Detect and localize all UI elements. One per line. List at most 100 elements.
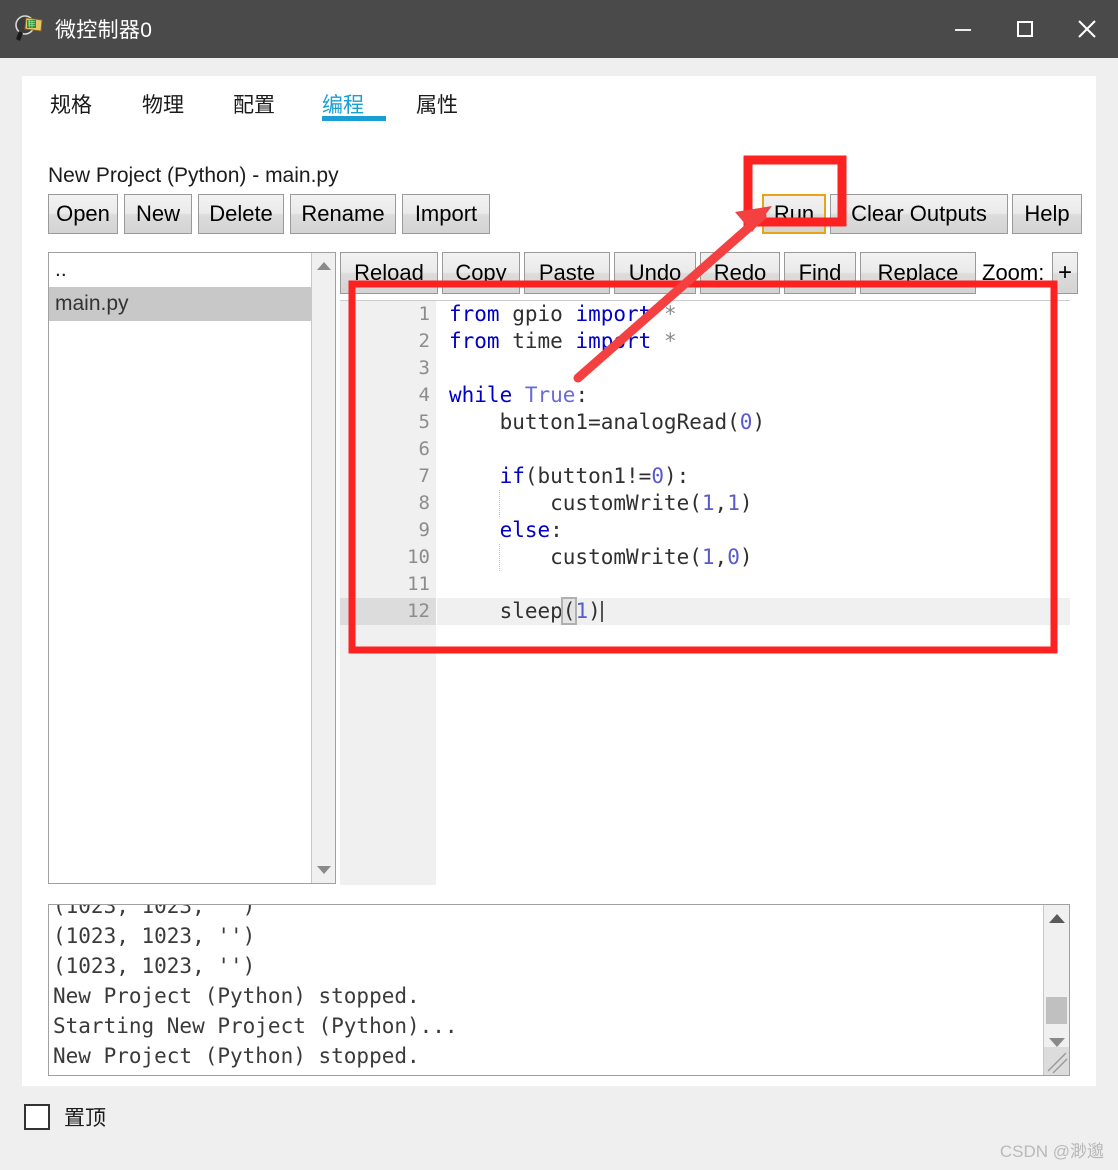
line-number-value: 4 bbox=[418, 384, 430, 406]
open-button[interactable]: Open bbox=[48, 194, 118, 234]
project-title: New Project (Python) - main.py bbox=[48, 164, 339, 187]
scroll-up-icon[interactable] bbox=[1044, 907, 1069, 929]
button-label: Import bbox=[414, 201, 478, 226]
editor-body[interactable]: 1 2 3 4 5 6 7 8 9 10 11 12 from gpio imp… bbox=[340, 300, 1070, 885]
title-bar: 微控制器0 bbox=[0, 0, 1118, 58]
button-label: Run bbox=[773, 201, 815, 226]
maximize-icon[interactable] bbox=[994, 0, 1056, 58]
file-list[interactable]: .. main.py bbox=[48, 252, 336, 884]
code-editor: Reload Copy Paste Undo Redo Find Replace… bbox=[340, 252, 1078, 885]
active-tab-underline bbox=[322, 116, 386, 121]
close-icon[interactable] bbox=[1056, 0, 1118, 58]
replace-button[interactable]: Replace bbox=[860, 252, 976, 294]
import-button[interactable]: Import bbox=[402, 194, 490, 234]
tab-label: 编程 bbox=[322, 94, 364, 117]
file-name: .. bbox=[55, 258, 67, 281]
button-label: Redo bbox=[713, 260, 767, 285]
button-label: Help bbox=[1024, 201, 1070, 226]
rename-button[interactable]: Rename bbox=[290, 194, 396, 234]
microcontroller-icon bbox=[14, 14, 44, 44]
button-label: Find bbox=[798, 260, 842, 285]
tab-label: 规格 bbox=[50, 94, 92, 117]
pin-on-top-row[interactable]: 置顶 bbox=[24, 1102, 106, 1132]
clear-outputs-button[interactable]: Clear Outputs bbox=[830, 194, 1008, 234]
help-button[interactable]: Help bbox=[1012, 194, 1082, 234]
button-label: Delete bbox=[209, 201, 273, 226]
tab-config[interactable]: 配置 bbox=[233, 76, 275, 126]
microcontroller-window: 微控制器0 规格 物理 配置 编程 属性 New Project (Python… bbox=[0, 0, 1118, 1170]
tab-label: 物理 bbox=[142, 94, 184, 117]
text-caret bbox=[600, 601, 603, 622]
line-number: 4 bbox=[340, 382, 455, 409]
run-button[interactable]: Run bbox=[762, 194, 826, 234]
scroll-up-icon[interactable] bbox=[312, 255, 335, 277]
line-number-value: 9 bbox=[418, 519, 430, 541]
code-line: else: bbox=[499, 518, 563, 542]
zoom-in-button[interactable]: + bbox=[1052, 252, 1078, 294]
scrollbar-thumb[interactable] bbox=[1046, 997, 1067, 1024]
code-content[interactable]: from gpio import * from time import * wh… bbox=[437, 301, 1070, 885]
button-label: Replace bbox=[877, 260, 959, 285]
button-label: Clear Outputs bbox=[851, 201, 987, 226]
line-number: 8 bbox=[418, 492, 430, 514]
paste-button[interactable]: Paste bbox=[524, 252, 610, 294]
watermark: CSDN @渺邈 bbox=[999, 1142, 1104, 1161]
code-line: customWrite(1,1) bbox=[449, 490, 753, 517]
button-label: Open bbox=[56, 201, 110, 226]
content-area: 规格 物理 配置 编程 属性 New Project (Python) - ma… bbox=[0, 58, 1118, 1170]
code-line: from gpio import * bbox=[449, 302, 677, 326]
button-label: Copy bbox=[455, 260, 507, 285]
console-scrollbar[interactable] bbox=[1043, 905, 1069, 1075]
tab-attributes[interactable]: 属性 bbox=[416, 76, 458, 126]
list-item[interactable]: main.py bbox=[49, 287, 313, 321]
line-number: 6 bbox=[418, 438, 430, 460]
file-list-scrollbar[interactable] bbox=[311, 253, 335, 883]
window-controls bbox=[932, 0, 1118, 58]
window-title: 微控制器0 bbox=[55, 19, 153, 42]
find-button[interactable]: Find bbox=[784, 252, 856, 294]
tab-bar: 规格 物理 配置 编程 属性 bbox=[22, 76, 1096, 126]
file-name: main.py bbox=[55, 292, 129, 315]
redo-button[interactable]: Redo bbox=[700, 252, 780, 294]
code-line-current: sleep(1) bbox=[437, 597, 1070, 625]
tab-label: 配置 bbox=[233, 94, 275, 117]
tab-specifications[interactable]: 规格 bbox=[50, 76, 92, 126]
delete-button[interactable]: Delete bbox=[198, 194, 284, 234]
code-line: button1=analogRead(0) bbox=[449, 410, 766, 434]
line-number: 7 bbox=[340, 463, 455, 490]
button-label: Reload bbox=[354, 260, 424, 285]
button-label: Rename bbox=[301, 201, 385, 226]
tab-programming[interactable]: 编程 bbox=[322, 76, 386, 126]
pin-on-top-label: 置顶 bbox=[64, 1107, 106, 1130]
reload-button[interactable]: Reload bbox=[340, 252, 438, 294]
button-label: Paste bbox=[538, 260, 596, 285]
output-console[interactable]: (1023, 1023, '') (1023, 1023, '') (1023,… bbox=[48, 904, 1070, 1076]
button-label: Undo bbox=[628, 260, 682, 285]
copy-button[interactable]: Copy bbox=[442, 252, 520, 294]
minimize-icon[interactable] bbox=[932, 0, 994, 58]
line-number-current: 12 bbox=[340, 598, 436, 625]
pin-on-top-checkbox[interactable] bbox=[24, 1104, 50, 1130]
line-number-value: 7 bbox=[418, 465, 430, 487]
line-number: 9 bbox=[340, 517, 455, 544]
line-number: 3 bbox=[418, 357, 430, 379]
new-button[interactable]: New bbox=[124, 194, 192, 234]
console-output: (1023, 1023, '') (1023, 1023, '') (1023,… bbox=[53, 904, 458, 1068]
zoom-label: Zoom: bbox=[982, 260, 1045, 285]
tab-physical[interactable]: 物理 bbox=[142, 76, 184, 126]
line-number: 5 bbox=[418, 411, 430, 433]
undo-button[interactable]: Undo bbox=[614, 252, 696, 294]
editor-toolbar: Reload Copy Paste Undo Redo Find Replace… bbox=[340, 252, 1078, 294]
list-item[interactable]: .. bbox=[49, 253, 313, 287]
code-line: while True: bbox=[449, 383, 589, 407]
code-line: if(button1!=0): bbox=[499, 464, 690, 488]
button-label: + bbox=[1058, 259, 1073, 286]
scroll-down-icon[interactable] bbox=[312, 859, 335, 881]
line-number-gutter: 1 2 3 4 5 6 7 8 9 10 11 12 bbox=[340, 301, 455, 885]
resize-grip[interactable] bbox=[1044, 1047, 1069, 1075]
code-line: from time import * bbox=[449, 329, 677, 353]
line-number: 1 bbox=[418, 303, 430, 325]
